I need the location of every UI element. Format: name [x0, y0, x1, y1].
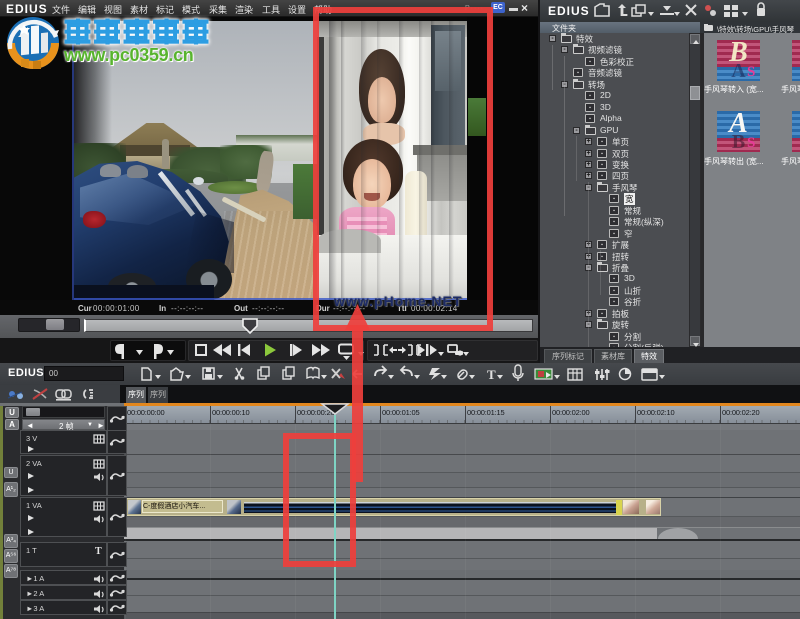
svg-text:T: T	[487, 367, 496, 382]
